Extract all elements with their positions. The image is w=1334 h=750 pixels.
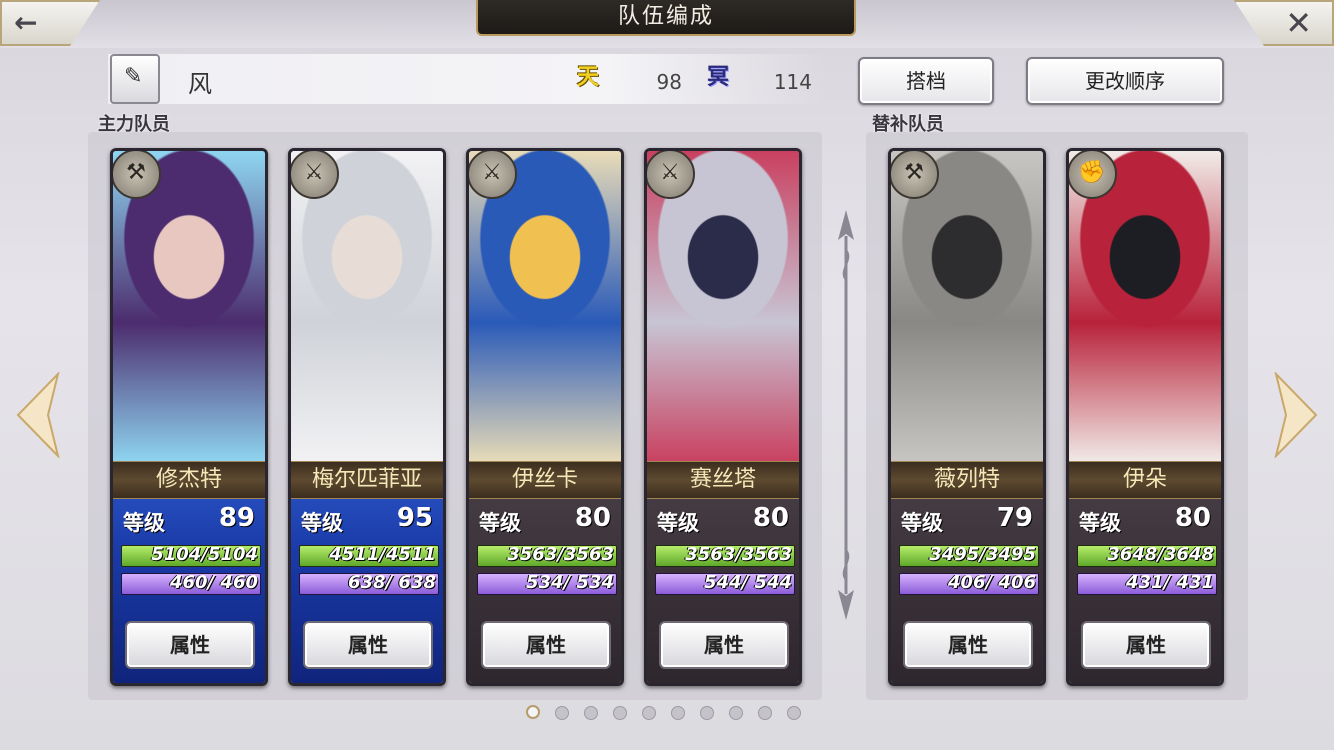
- hp-bar: 3495/3495: [899, 544, 1039, 567]
- member-card[interactable]: ⚔ 伊丝卡 等级 80 3563/3563 534/ 534 属性: [466, 148, 624, 686]
- hp-text: 3563/3563: [507, 544, 614, 565]
- mp-bar: 544/ 544: [655, 572, 795, 595]
- mp-bar: 406/ 406: [899, 572, 1039, 595]
- attributes-button[interactable]: 属性: [659, 621, 789, 669]
- level-label: 等级: [657, 511, 699, 535]
- next-page-arrow-icon[interactable]: [1272, 372, 1320, 458]
- hell-attribute-icon: 冥: [706, 65, 729, 90]
- page-dot[interactable]: [700, 706, 714, 720]
- hell-value: 114: [773, 70, 812, 94]
- level-label: 等级: [479, 511, 521, 535]
- mp-text: 406/ 406: [948, 572, 1036, 593]
- mp-text: 534/ 534: [526, 572, 614, 593]
- level-value: 80: [752, 503, 789, 533]
- page-dot[interactable]: [584, 706, 598, 720]
- page-dot[interactable]: [526, 705, 540, 719]
- sky-attribute-icon: 天: [576, 65, 599, 90]
- mp-text: 460/ 460: [170, 572, 258, 593]
- mp-bar: 431/ 431: [1077, 572, 1217, 595]
- main-members-label: 主力队员: [98, 114, 170, 135]
- member-card[interactable]: ⚒ 修杰特 等级 89 5104/5104 460/ 460 属性: [110, 148, 268, 686]
- level-value: 79: [996, 503, 1033, 533]
- team-name: 风: [188, 70, 212, 98]
- character-name: 薇列特: [891, 461, 1043, 499]
- mp-text: 638/ 638: [348, 572, 436, 593]
- level-label: 等级: [901, 511, 943, 535]
- character-name: 伊丝卡: [469, 461, 621, 499]
- back-arrow-icon: ←: [14, 6, 38, 39]
- sub-members-label: 替补队员: [872, 114, 944, 135]
- attributes-button[interactable]: 属性: [1081, 621, 1211, 669]
- hammer-icon: ⚒: [891, 151, 939, 199]
- swap-divider-icon: [838, 210, 854, 620]
- level-label: 等级: [301, 511, 343, 535]
- hp-bar: 3648/3648: [1077, 544, 1217, 567]
- attributes-button[interactable]: 属性: [303, 621, 433, 669]
- close-icon: ✕: [1285, 4, 1312, 42]
- pen-icon: ✎: [124, 64, 143, 89]
- page-dot[interactable]: [729, 706, 743, 720]
- mp-bar: 460/ 460: [121, 572, 261, 595]
- fist-icon: ✊: [1069, 151, 1117, 199]
- mp-bar: 638/ 638: [299, 572, 439, 595]
- page-title: 队伍编成: [476, 0, 856, 36]
- hp-bar: 4511/4511: [299, 544, 439, 567]
- previous-page-arrow-icon[interactable]: [14, 372, 62, 458]
- character-name: 梅尔匹菲亚: [291, 461, 443, 499]
- sky-value: 98: [656, 70, 682, 94]
- level-label: 等级: [1079, 511, 1121, 535]
- member-card[interactable]: ⚔ 梅尔匹菲亚 等级 95 4511/4511 638/ 638 属性: [288, 148, 446, 686]
- page-dot[interactable]: [642, 706, 656, 720]
- hp-bar: 3563/3563: [477, 544, 617, 567]
- page-dot[interactable]: [787, 706, 801, 720]
- mp-text: 431/ 431: [1126, 572, 1214, 593]
- partner-button[interactable]: 搭档: [858, 57, 994, 105]
- page-dot[interactable]: [613, 706, 627, 720]
- page-dot[interactable]: [758, 706, 772, 720]
- mp-bar: 534/ 534: [477, 572, 617, 595]
- level-value: 80: [574, 503, 611, 533]
- mp-text: 544/ 544: [704, 572, 792, 593]
- katana-icon: ⚔: [469, 151, 517, 199]
- hp-bar: 5104/5104: [121, 544, 261, 567]
- level-value: 80: [1174, 503, 1211, 533]
- hp-text: 3648/3648: [1107, 544, 1214, 565]
- page-dot[interactable]: [555, 706, 569, 720]
- member-card[interactable]: ✊ 伊朵 等级 80 3648/3648 431/ 431 属性: [1066, 148, 1224, 686]
- page-dot[interactable]: [671, 706, 685, 720]
- rename-team-button[interactable]: ✎: [110, 54, 160, 104]
- hp-text: 3495/3495: [929, 544, 1036, 565]
- axe-icon: ⚒: [113, 151, 161, 199]
- sword-icon: ⚔: [291, 151, 339, 199]
- level-value: 89: [218, 503, 255, 533]
- blade-icon: ⚔: [647, 151, 695, 199]
- hp-bar: 3563/3563: [655, 544, 795, 567]
- character-name: 伊朵: [1069, 461, 1221, 499]
- level-label: 等级: [123, 511, 165, 535]
- member-card[interactable]: ⚒ 薇列特 等级 79 3495/3495 406/ 406 属性: [888, 148, 1046, 686]
- attributes-button[interactable]: 属性: [903, 621, 1033, 669]
- hp-text: 3563/3563: [685, 544, 792, 565]
- character-name: 修杰特: [113, 461, 265, 499]
- attributes-button[interactable]: 属性: [481, 621, 611, 669]
- member-card[interactable]: ⚔ 赛丝塔 等级 80 3563/3563 544/ 544 属性: [644, 148, 802, 686]
- attributes-button[interactable]: 属性: [125, 621, 255, 669]
- hp-text: 5104/5104: [151, 544, 258, 565]
- character-name: 赛丝塔: [647, 461, 799, 499]
- change-order-button[interactable]: 更改顺序: [1026, 57, 1224, 105]
- level-value: 95: [396, 503, 433, 533]
- hp-text: 4511/4511: [329, 544, 436, 565]
